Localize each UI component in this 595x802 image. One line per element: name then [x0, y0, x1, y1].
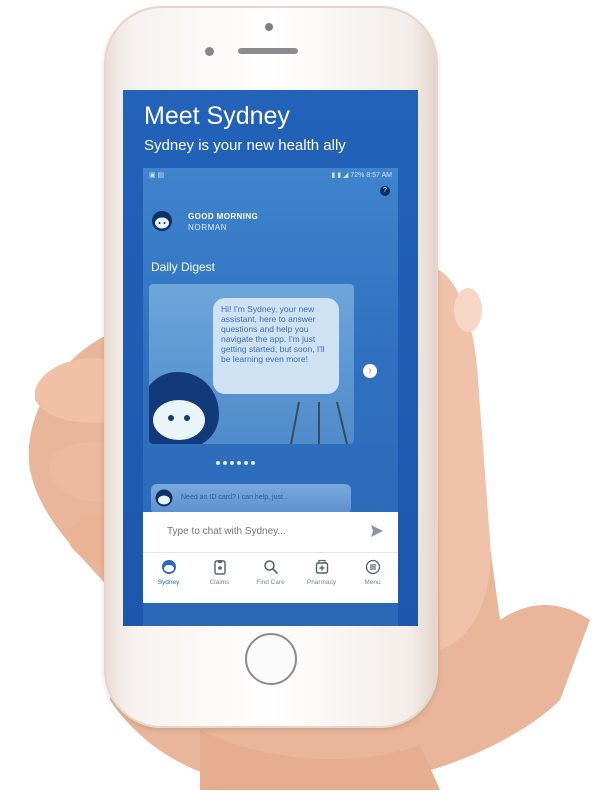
- greeting-line: GOOD MORNING: [188, 212, 259, 221]
- carousel-dot[interactable]: [216, 461, 220, 465]
- carousel-dot[interactable]: [223, 461, 227, 465]
- chat-preview-text: Need an ID card? I can help, just...: [181, 494, 289, 501]
- tab-menu[interactable]: Menu: [347, 559, 398, 586]
- home-button[interactable]: [245, 633, 297, 685]
- bottom-tab-bar: Sydney Claims Find Care Pharmacy Menu: [143, 552, 398, 603]
- tab-claims[interactable]: Claims: [194, 559, 245, 586]
- pharmacy-icon: [315, 559, 328, 574]
- chat-input-bar: [143, 512, 398, 552]
- tab-find-care[interactable]: Find Care: [245, 559, 296, 586]
- status-icons-left: ▣ ▤: [149, 172, 165, 179]
- daily-digest-title: Daily Digest: [151, 260, 216, 274]
- easel-icon: [290, 402, 348, 444]
- menu-icon: [365, 559, 380, 575]
- carousel-dot[interactable]: [237, 461, 241, 465]
- tab-label: Menu: [364, 579, 381, 586]
- digest-card[interactable]: Hi! I'm Sydney, your new assistant, here…: [149, 284, 354, 444]
- status-time: 8:57 AM: [366, 172, 392, 179]
- carousel-dot[interactable]: [230, 461, 234, 465]
- carousel-dot[interactable]: [251, 461, 255, 465]
- screen: Meet Sydney Sydney is your new health al…: [123, 90, 418, 626]
- greeting-name: NORMAN: [188, 223, 228, 232]
- chat-message-preview[interactable]: Need an ID card? I can help, just...: [151, 484, 351, 514]
- status-bar: ▣ ▤ ▮ ▮ ◢ 72% 8:57 AM: [143, 168, 398, 182]
- carousel-dots: [209, 452, 258, 470]
- carousel-next-button[interactable]: ›: [363, 364, 377, 378]
- bubble-text: Hi! I'm Sydney, your new assistant, here…: [221, 304, 325, 364]
- hero-subtitle: Sydney is your new health ally: [144, 137, 346, 154]
- earpiece-speaker: [238, 48, 298, 54]
- front-camera: [205, 47, 214, 56]
- sydney-icon: [161, 560, 176, 574]
- send-icon[interactable]: [370, 524, 384, 538]
- tab-label: Sydney: [157, 579, 180, 586]
- tab-label: Find Care: [256, 579, 285, 586]
- clipboard-icon: [213, 560, 226, 575]
- tab-pharmacy[interactable]: Pharmacy: [296, 559, 347, 586]
- status-right: ▮ ▮ ◢ 72% 8:57 AM: [331, 171, 392, 179]
- sydney-avatar-icon: [152, 211, 172, 231]
- phone-frame: Meet Sydney Sydney is your new health al…: [104, 6, 438, 728]
- app-screen: ▣ ▤ ▮ ▮ ◢ 72% 8:57 AM ? GOOD MORNING NOR…: [143, 168, 398, 626]
- signal-icon: ▮ ▮ ◢: [331, 172, 349, 179]
- sydney-avatar-icon: [155, 489, 173, 507]
- front-sensor: [265, 23, 273, 31]
- help-icon[interactable]: ?: [380, 186, 390, 196]
- sydney-mascot-icon: [149, 372, 219, 444]
- hero-title: Meet Sydney: [144, 102, 290, 130]
- search-icon: [263, 560, 278, 575]
- carousel-dot[interactable]: [209, 461, 213, 465]
- battery-level: 72%: [350, 172, 365, 179]
- chat-input[interactable]: [167, 526, 347, 537]
- carousel-dot[interactable]: [244, 461, 248, 465]
- tab-label: Pharmacy: [306, 579, 337, 586]
- tab-sydney[interactable]: Sydney: [143, 559, 194, 586]
- tab-label: Claims: [209, 579, 230, 586]
